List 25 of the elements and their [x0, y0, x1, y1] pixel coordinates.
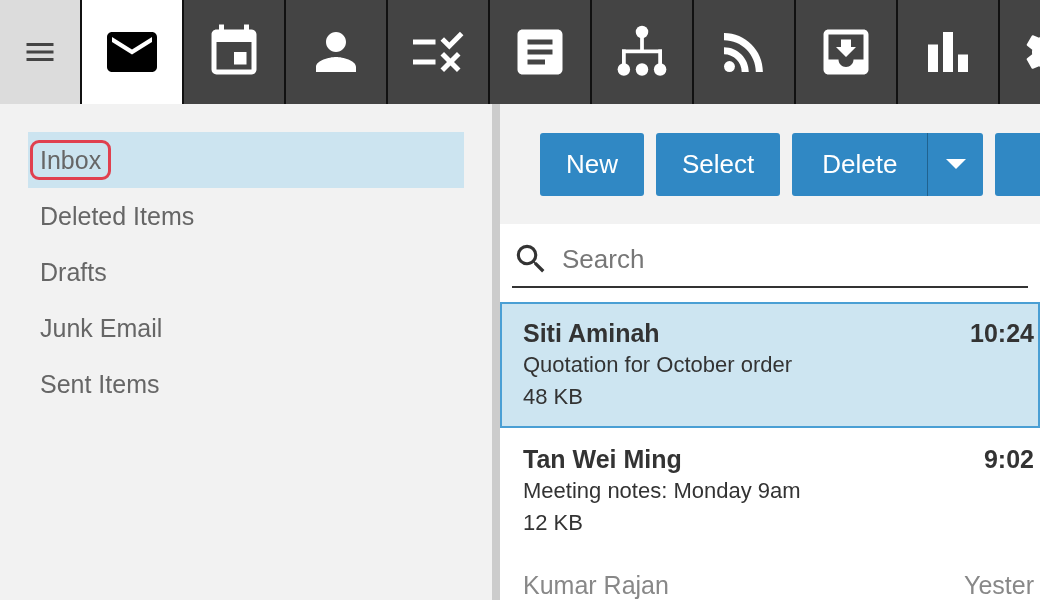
folder-label: Deleted Items: [39, 201, 196, 232]
message-subject: Meeting notes: Monday 9am: [523, 478, 802, 505]
folder-label: Sent Items: [39, 369, 161, 400]
folder-item[interactable]: Junk Email: [28, 300, 464, 356]
message-sender: Kumar Rajan: [523, 570, 669, 600]
toolbar-button[interactable]: Select: [656, 132, 781, 196]
search-field[interactable]: Search: [562, 239, 1028, 279]
folder-label: Junk Email: [39, 313, 164, 344]
folder-item[interactable]: Inbox: [28, 132, 464, 188]
message-row[interactable]: Siti Aminah 10:24 Quotation for October order 48 KB: [500, 302, 1040, 428]
delete-button[interactable]: Delete: [792, 132, 929, 196]
folder-item[interactable]: Drafts: [28, 244, 464, 300]
message-time: 10:24: [970, 318, 1034, 348]
folder-item[interactable]: Deleted Items: [28, 188, 464, 244]
message-sender: Tan Wei Ming: [523, 444, 682, 474]
message-size: 48 KB: [523, 384, 584, 411]
folder-item[interactable]: Sent Items: [28, 356, 464, 412]
message-size: 12 KB: [523, 510, 584, 537]
message-sender: Siti Aminah: [523, 318, 660, 348]
folder-label: Drafts: [39, 257, 108, 288]
toolbar-button[interactable]: New: [540, 132, 644, 196]
message-time: 9:02: [983, 444, 1034, 474]
message-time: Yester: [964, 570, 1034, 600]
folder-label: Inbox: [30, 140, 112, 180]
message-subject: Quotation for October order: [523, 352, 794, 379]
